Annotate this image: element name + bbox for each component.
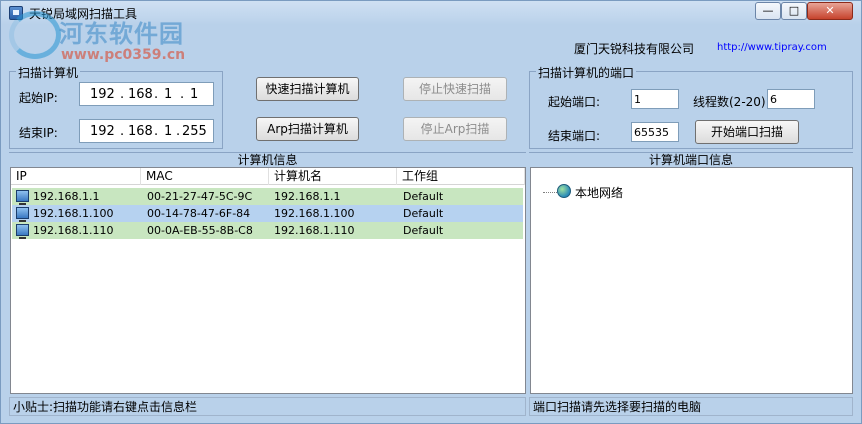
table-row[interactable]: 192.168.1.110 00-0A-EB-55-8B-C8 192.168.… (12, 222, 523, 239)
row-ip: 192.168.1.110 (33, 224, 114, 237)
ip-dot: . (154, 124, 159, 139)
start-ip-octet-4[interactable]: 1 (190, 87, 198, 102)
row-workgroup: Default (403, 224, 444, 237)
close-button[interactable]: ✕ (807, 2, 853, 20)
arp-scan-button[interactable]: Arp扫描计算机 (256, 117, 359, 141)
computer-info-header: 计算机信息 (9, 152, 526, 168)
row-name: 192.168.1.110 (274, 224, 355, 237)
end-ip-label: 结束IP: (19, 126, 58, 140)
port-scan-title: 扫描计算机的端口 (536, 64, 637, 81)
ip-dot: . (180, 87, 185, 102)
row-name: 192.168.1.1 (274, 190, 341, 203)
ip-dot: . (154, 87, 159, 102)
ip-dot: . (176, 124, 181, 139)
start-ip-octet-2[interactable]: 168 (128, 87, 153, 102)
row-workgroup: Default (403, 207, 444, 220)
status-tip: 小贴士:扫描功能请右键点击信息栏 (9, 397, 526, 416)
port-info-header: 计算机端口信息 (529, 152, 853, 168)
maximize-button[interactable]: □ (781, 2, 807, 20)
end-ip-octet-1[interactable]: 192 (90, 124, 115, 139)
quick-scan-button[interactable]: 快速扫描计算机 (256, 77, 359, 101)
ip-dot: . (120, 87, 125, 102)
status-port-hint: 端口扫描请先选择要扫描的电脑 (529, 397, 853, 416)
computer-icon (16, 224, 29, 239)
column-header-mac[interactable]: MAC (141, 168, 269, 185)
tree-node-local-network[interactable]: 本地网络 (575, 184, 623, 201)
start-port-scan-button[interactable]: 开始端口扫描 (695, 120, 799, 144)
row-mac: 00-21-27-47-5C-9C (147, 190, 253, 203)
end-ip-octet-2[interactable]: 168 (128, 124, 153, 139)
computer-icon (16, 207, 29, 222)
end-ip-octet-4[interactable]: 255 (182, 124, 207, 139)
start-port-input[interactable]: 1 (631, 89, 679, 109)
thread-count-label: 线程数(2-20): (693, 95, 770, 109)
row-mac: 00-14-78-47-6F-84 (147, 207, 251, 220)
column-header-workgroup[interactable]: 工作组 (397, 168, 525, 185)
tree-connector (543, 192, 557, 193)
table-row[interactable]: 192.168.1.1 00-21-27-47-5C-9C 192.168.1.… (12, 188, 523, 205)
start-ip-octet-1[interactable]: 192 (90, 87, 115, 102)
main-window: 天锐局域网扫描工具 — □ ✕ 河东软件园 www.pc0359.cn 厦门天锐… (0, 0, 862, 424)
row-name: 192.168.1.100 (274, 207, 355, 220)
start-ip-octet-3[interactable]: 1 (164, 87, 172, 102)
start-port-label: 起始端口: (548, 95, 601, 109)
end-port-label: 结束端口: (548, 129, 601, 143)
company-name: 厦门天锐科技有限公司 (574, 42, 695, 56)
ip-dot: . (120, 124, 125, 139)
title-bar: 天锐局域网扫描工具 — □ ✕ (1, 1, 861, 25)
column-header-ip[interactable]: IP (11, 168, 141, 185)
company-url-link[interactable]: http://www.tipray.com (717, 42, 827, 53)
stop-arp-scan-button[interactable]: 停止Arp扫描 (403, 117, 507, 141)
end-port-input[interactable]: 65535 (631, 122, 679, 142)
port-tree[interactable]: 本地网络 (530, 167, 853, 394)
minimize-button[interactable]: — (755, 2, 781, 20)
computer-icon (16, 190, 29, 205)
computer-list-header: IP MAC 计算机名 工作组 (11, 168, 525, 185)
computer-list[interactable]: IP MAC 计算机名 工作组 192.168.1.1 00-21-27-47-… (10, 167, 526, 394)
stop-quick-scan-button[interactable]: 停止快速扫描 (403, 77, 507, 101)
row-workgroup: Default (403, 190, 444, 203)
row-ip: 192.168.1.100 (33, 207, 114, 220)
start-ip-field[interactable]: 192 . 168 . 1 . 1 (79, 82, 214, 106)
end-ip-field[interactable]: 192 . 168 . 1 . 255 (79, 119, 214, 143)
window-title: 天锐局域网扫描工具 (29, 7, 138, 21)
end-ip-octet-3[interactable]: 1 (164, 124, 172, 139)
column-header-name[interactable]: 计算机名 (269, 168, 397, 185)
start-ip-label: 起始IP: (19, 91, 58, 105)
network-globe-icon (557, 184, 571, 198)
table-row[interactable]: 192.168.1.100 00-14-78-47-6F-84 192.168.… (12, 205, 523, 222)
watermark-url: www.pc0359.cn (61, 47, 186, 63)
row-mac: 00-0A-EB-55-8B-C8 (147, 224, 253, 237)
app-icon (9, 6, 23, 20)
row-ip: 192.168.1.1 (33, 190, 100, 203)
scan-computers-title: 扫描计算机 (16, 64, 81, 81)
thread-count-input[interactable]: 6 (767, 89, 815, 109)
